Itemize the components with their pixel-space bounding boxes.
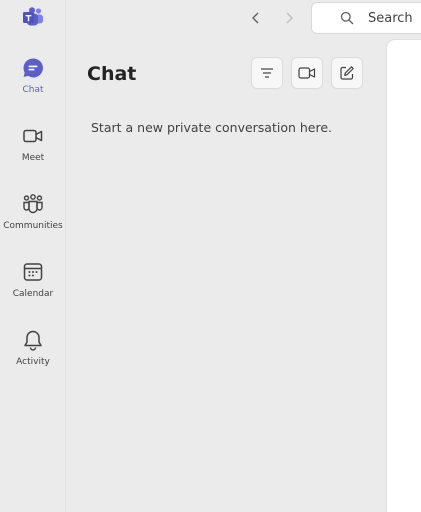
search-placeholder: Search [368,10,413,26]
rail-item-label: Communities [3,221,63,231]
rail-item-activity[interactable]: Activity [0,327,66,387]
rail-item-communities[interactable]: Communities [0,191,66,251]
back-button[interactable] [246,8,266,28]
app-rail: Chat Meet Communities Calendar Activity [0,0,66,512]
rail-item-calendar[interactable]: Calendar [0,259,66,319]
rail-item-meet[interactable]: Meet [0,123,66,183]
rail-item-chat[interactable]: Chat [0,55,66,115]
chevron-right-icon [286,12,293,24]
rail-item-label: Meet [21,153,45,163]
communities-icon [23,194,43,214]
calendar-icon [23,263,43,281]
chevron-left-icon [252,12,259,24]
rail-item-label: Chat [22,85,44,95]
search-input[interactable]: Search [311,2,421,34]
meet-now-button[interactable] [291,57,323,89]
filter-icon [261,68,273,78]
filter-button[interactable] [251,57,283,89]
forward-button[interactable] [279,8,299,28]
main-content-pane [387,40,421,512]
teams-window: Chat Meet Communities Calendar Activity … [0,0,421,512]
rail-item-label: Activity [16,357,50,367]
rail-item-label: Calendar [12,289,54,299]
chat-icon [23,58,43,78]
video-camera-icon [298,67,316,79]
empty-state-message: Start a new private conversation here. [91,120,333,135]
video-camera-icon [23,129,43,143]
bell-icon [24,330,42,351]
new-chat-button[interactable] [331,57,363,89]
chat-list-pane: Chat Start a new private conversation he… [67,36,387,512]
page-title: Chat [87,63,137,85]
teams-logo-icon[interactable] [22,7,44,27]
search-icon [340,11,354,25]
compose-icon [340,66,354,80]
